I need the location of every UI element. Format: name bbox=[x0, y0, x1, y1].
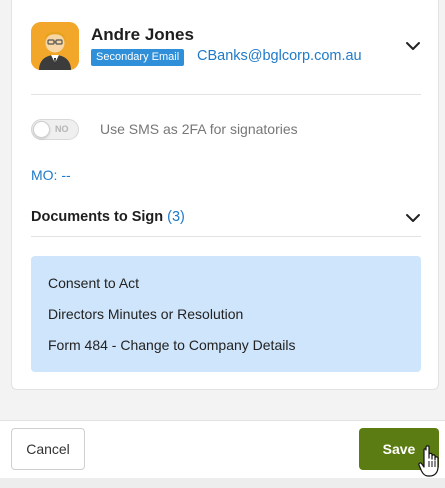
chevron-down-icon[interactable] bbox=[405, 38, 421, 54]
divider bbox=[31, 236, 421, 237]
signatory-card: Andre Jones Secondary Email CBanks@bglco… bbox=[11, 0, 439, 390]
mo-value[interactable]: MO: -- bbox=[31, 167, 71, 183]
pointer-hand-cursor-icon bbox=[418, 445, 442, 479]
divider bbox=[31, 94, 421, 95]
footer-bar: Cancel Save bbox=[0, 420, 445, 478]
avatar bbox=[31, 22, 79, 70]
documents-to-sign-header[interactable]: Documents to Sign (3) bbox=[31, 209, 185, 225]
signatory-email[interactable]: CBanks@bglcorp.com.au bbox=[197, 48, 362, 64]
secondary-email-badge: Secondary Email bbox=[91, 49, 185, 66]
list-item: Directors Minutes or Resolution bbox=[48, 306, 244, 322]
signatory-name: Andre Jones bbox=[91, 25, 194, 44]
documents-list: Consent to Act Directors Minutes or Reso… bbox=[31, 256, 421, 372]
list-item: Form 484 - Change to Company Details bbox=[48, 337, 296, 353]
avatar-person-icon bbox=[31, 22, 79, 70]
signatory-panel: Andre Jones Secondary Email CBanks@bglco… bbox=[0, 0, 445, 420]
chevron-down-icon[interactable] bbox=[405, 210, 421, 226]
documents-title: Documents to Sign bbox=[31, 209, 164, 225]
sms-2fa-label: Use SMS as 2FA for signatories bbox=[100, 121, 298, 137]
toggle-knob bbox=[33, 121, 50, 138]
documents-count: (3) bbox=[167, 209, 185, 225]
cancel-button[interactable]: Cancel bbox=[11, 428, 85, 470]
toggle-state-label: NO bbox=[55, 124, 69, 134]
sms-2fa-toggle[interactable]: NO bbox=[31, 119, 79, 140]
list-item: Consent to Act bbox=[48, 275, 140, 291]
